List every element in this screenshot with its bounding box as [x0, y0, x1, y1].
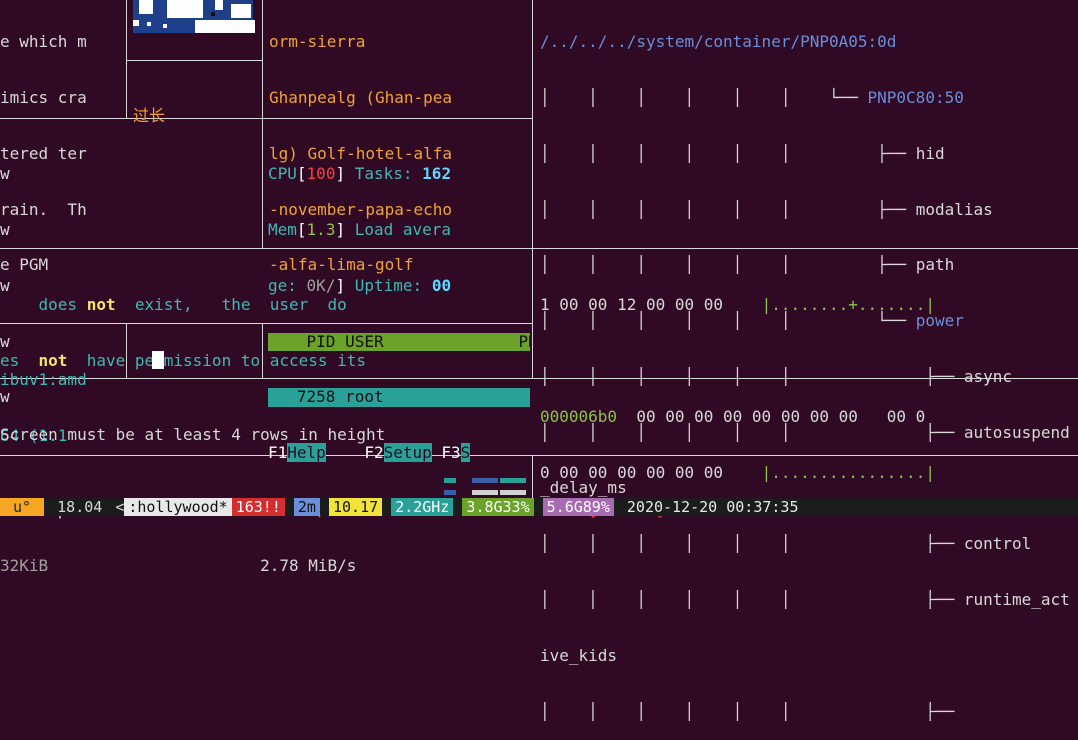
- tree-branch: │ │ │ │ │ │ ├──: [540, 701, 955, 721]
- error-text: exist, the user do: [115, 295, 347, 315]
- tree-node: modalias: [915, 199, 993, 219]
- tree-line: │ │ │ │ │ │ ├──: [540, 701, 1078, 722]
- tree-node: ive_kids: [540, 645, 618, 665]
- pixel-art-image: [133, 0, 255, 33]
- separator: [262, 0, 263, 248]
- cpu-freq-badge: 2.2GHz: [391, 498, 454, 516]
- tree-path: /../../../system/container/PNP0A05:0d: [540, 32, 897, 52]
- text-line: ibuv1:amd: [0, 370, 87, 390]
- update-alert-badge: 163!!: [231, 498, 285, 516]
- tree-node: hid: [915, 143, 945, 163]
- pane-screen-message: Screen must be at least 4 rows in height: [0, 389, 1078, 463]
- tree-line: │ │ │ │ │ │ ├── modalias: [540, 199, 1078, 220]
- window-separator: <: [115, 498, 125, 516]
- separator: [532, 0, 533, 378]
- text-cursor[interactable]: [152, 350, 165, 369]
- speed-line: 32KiB 2.78 MiB/s: [0, 555, 530, 576]
- mem-value: 1.3: [306, 219, 336, 239]
- separator: [126, 0, 127, 118]
- not-keyword: not: [86, 295, 116, 315]
- hex-line: [540, 352, 1078, 371]
- tree-line: ive_kids: [540, 645, 1078, 666]
- pane-shell[interactable]: [133, 332, 261, 369]
- tree-branch: │ │ │ │ │ │ └──: [540, 87, 868, 107]
- tree-line: │ │ │ │ │ │ └── PNP0C80:50: [540, 87, 1078, 108]
- error-line: does not exist, the user do: [0, 295, 530, 315]
- htop-cpu-row: CPU[100] Tasks: 162: [268, 164, 452, 184]
- separator: [126, 60, 262, 61]
- text-line: e which m: [0, 32, 87, 52]
- tasks-label: Tasks:: [354, 164, 413, 184]
- memory-badge: 3.8G33%: [462, 498, 534, 516]
- htop-mem-row: Mem[1.3] Load avera: [268, 219, 452, 239]
- tree-node: PNP0C80:50: [867, 87, 964, 107]
- uptime-badge: 2m: [293, 498, 320, 516]
- load-badge: 10.17: [329, 498, 383, 516]
- pane-label: 过长: [133, 70, 261, 144]
- text-line: w: [0, 164, 10, 184]
- cpu-label: CPU: [268, 164, 297, 184]
- text-line: w: [0, 219, 10, 239]
- text-line: Ghanpealg (Ghan-pea: [269, 87, 453, 107]
- text-line: imics cra: [0, 87, 87, 107]
- tree-node: runtime_act: [963, 590, 1070, 609]
- tree-line: │ │ │ │ │ │ ├── hid: [540, 143, 1078, 164]
- tmux-status-bar: u° 18.04 <:hollywood* 163!! 2m 10.17 2.2G…: [0, 498, 1078, 516]
- session-indicator[interactable]: u°: [0, 498, 45, 516]
- text-line: orm-sierra: [269, 32, 366, 52]
- tasks-value: 162: [422, 164, 452, 184]
- cpu-value: 100: [306, 164, 336, 184]
- mem-label: Mem: [268, 219, 297, 239]
- tree-branch: │ │ │ │ │ │ ├──: [540, 199, 916, 219]
- window-tab-hollywood[interactable]: :hollywood*: [124, 498, 232, 516]
- speed-rate: 2.78 MiB/s: [260, 555, 357, 575]
- hex-line: 1 00 00 12 00 00 00 |........+.......|: [540, 295, 1078, 315]
- hex-ascii: |........+.......|: [761, 295, 935, 315]
- speed-size: 32KiB: [0, 555, 49, 575]
- tree-branch: │ │ │ │ │ │ ├──: [540, 590, 964, 609]
- disk-badge: 5.6G89%: [542, 498, 614, 516]
- error-text: does: [0, 295, 87, 315]
- screen-message: Screen must be at least 4 rows in height: [0, 425, 386, 445]
- load-label: Load avera: [354, 219, 452, 239]
- hex-bytes: 1 00 00 12 00 00 00: [540, 295, 724, 315]
- os-version: 18.04: [48, 498, 112, 516]
- label-text: 过长: [133, 106, 166, 126]
- tree-line: │ │ │ │ │ │ ├── runtime_act: [540, 590, 1078, 610]
- tree-branch: │ │ │ │ │ │ ├──: [540, 143, 916, 163]
- speed-graph: [444, 470, 529, 498]
- datetime: 2020-12-20 00:37:35: [626, 498, 799, 516]
